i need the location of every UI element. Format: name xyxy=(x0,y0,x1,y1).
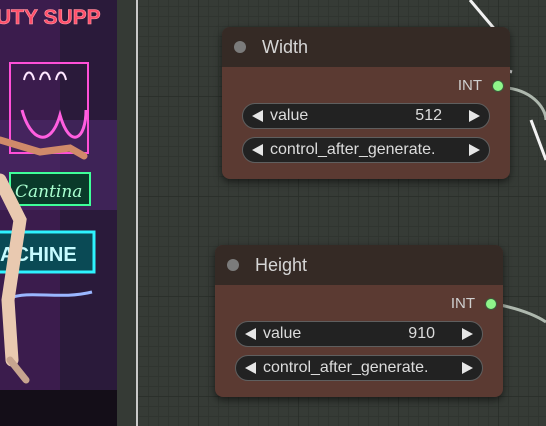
control-after-generate-combo[interactable]: control_after_generate. xyxy=(235,355,483,381)
collapse-dot-icon[interactable] xyxy=(227,259,239,271)
link-wire xyxy=(499,303,546,324)
previous-option-arrow-icon[interactable] xyxy=(252,144,263,156)
value-widget[interactable]: value 512 xyxy=(242,103,490,129)
link-wire xyxy=(507,86,546,121)
decrement-arrow-icon[interactable] xyxy=(245,328,256,340)
node-title: Height xyxy=(255,255,308,275)
node-height[interactable]: Height INT value 910 control_after_gener… xyxy=(215,245,503,397)
next-option-arrow-icon[interactable] xyxy=(469,144,480,156)
output-type-label: INT xyxy=(450,295,475,312)
node-width[interactable]: Width INT value 512 control_after_genera… xyxy=(222,27,510,179)
output-slot[interactable] xyxy=(493,81,503,91)
value-widget[interactable]: value 910 xyxy=(235,321,483,347)
output-slot[interactable] xyxy=(486,299,496,309)
panel-gutter xyxy=(117,0,137,426)
link-wire xyxy=(529,119,546,161)
neon-sign-cantina: Cantina xyxy=(15,182,82,202)
next-option-arrow-icon[interactable] xyxy=(462,362,473,374)
panel-divider[interactable] xyxy=(136,0,138,426)
collapse-dot-icon[interactable] xyxy=(234,41,246,53)
widget-label: value xyxy=(270,107,309,124)
node-title: Width xyxy=(262,37,309,57)
increment-arrow-icon[interactable] xyxy=(469,110,480,122)
neon-photo: UTY SUPP Cantina ACHINE xyxy=(0,0,117,426)
image-preview: UTY SUPP Cantina ACHINE xyxy=(0,0,117,426)
widget-label: control_after_generate. xyxy=(263,359,429,376)
node-header[interactable]: Height xyxy=(215,245,503,285)
increment-arrow-icon[interactable] xyxy=(462,328,473,340)
node-header[interactable]: Width xyxy=(222,27,510,67)
widget-value: 910 xyxy=(408,325,435,342)
decrement-arrow-icon[interactable] xyxy=(252,110,263,122)
widget-value: 512 xyxy=(415,107,442,124)
widget-label: value xyxy=(263,325,302,342)
neon-sign-top: UTY SUPP xyxy=(0,6,101,29)
output-type-label: INT xyxy=(457,77,482,94)
previous-option-arrow-icon[interactable] xyxy=(245,362,256,374)
widget-label: control_after_generate. xyxy=(270,141,436,158)
control-after-generate-combo[interactable]: control_after_generate. xyxy=(242,137,490,163)
